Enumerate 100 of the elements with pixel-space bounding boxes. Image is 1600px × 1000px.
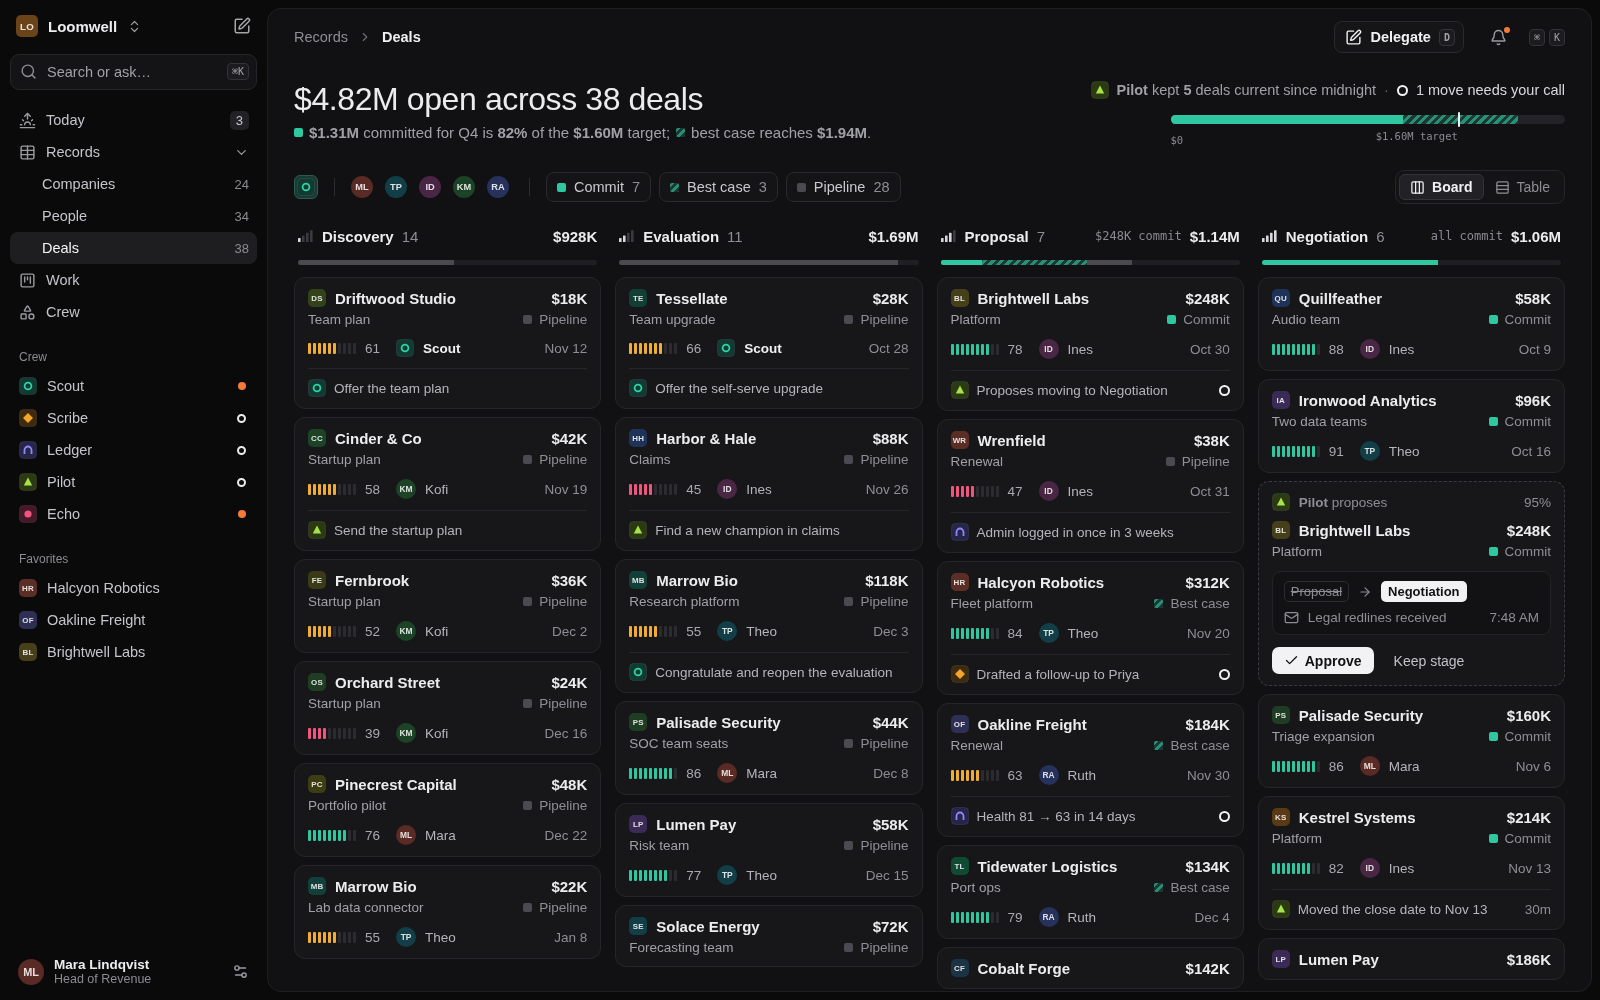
nav-item[interactable]: Records bbox=[10, 136, 257, 168]
health-score: 76 bbox=[365, 827, 382, 843]
deal-plan: Triage expansion bbox=[1271, 729, 1375, 744]
commit-summary: $1.31M committed for Q4 is 82% of the $1.60M target; bbox=[309, 124, 671, 141]
section-title: Favorites bbox=[19, 552, 70, 566]
pending-moves: 1 move needs your call bbox=[1415, 82, 1565, 98]
forecast-filter[interactable]: Pipeline 28 bbox=[785, 172, 901, 202]
deal-name: Marrow Bio bbox=[656, 571, 738, 589]
deal-name: Lumen Pay bbox=[656, 815, 737, 833]
owner-name: Ines bbox=[1388, 860, 1415, 876]
deal-name: Palisade Security bbox=[656, 713, 781, 731]
nav-item[interactable]: Crew bbox=[10, 296, 257, 328]
forecast-label: Pipeline bbox=[523, 312, 588, 327]
deal-name: Solace Energy bbox=[656, 917, 760, 935]
view-tab[interactable]: Table bbox=[1483, 174, 1561, 200]
deal-name: Tidewater Logistics bbox=[977, 857, 1118, 875]
owner-avatar: ID bbox=[1038, 339, 1059, 359]
view-tab[interactable]: Board bbox=[1399, 174, 1484, 200]
page-headline: $4.82M open across 38 deals bbox=[294, 81, 705, 118]
owner-avatar: RA bbox=[1038, 907, 1059, 927]
forecast-label: Pipeline bbox=[844, 838, 909, 853]
health-score: 86 bbox=[686, 765, 703, 781]
forecast-filter[interactable]: Best case 3 bbox=[659, 172, 778, 202]
agent-nav-item[interactable]: Scribe bbox=[10, 402, 257, 434]
nav-item[interactable]: Companies 24 bbox=[10, 168, 257, 200]
forecast-label: Pipeline bbox=[844, 594, 909, 609]
approve-button[interactable]: Approve bbox=[1271, 647, 1374, 674]
health-score: 79 bbox=[1007, 909, 1024, 925]
deal-name: Pinecrest Capital bbox=[335, 775, 457, 793]
nav-item[interactable]: People 34 bbox=[10, 200, 257, 232]
agent-note: Drafted a follow-up to Priya bbox=[976, 666, 1140, 682]
agent-note: Health 81 → 63 in 14 days bbox=[976, 808, 1136, 824]
keep-stage-button[interactable]: Keep stage bbox=[1387, 651, 1471, 670]
deal-name: Tessellate bbox=[656, 289, 728, 307]
column-total: $1.69M bbox=[868, 227, 919, 245]
nav-item[interactable]: Work bbox=[10, 264, 257, 296]
deal-amount: $134K bbox=[1185, 857, 1230, 875]
owner-name: Ines bbox=[746, 481, 772, 497]
deal-name: Harbor & Hale bbox=[656, 429, 757, 447]
owner-avatar: TP bbox=[1359, 441, 1380, 461]
workspace-name[interactable]: Loomwell bbox=[48, 17, 118, 35]
deal-amount: $96K bbox=[1515, 391, 1551, 409]
health-score: 66 bbox=[686, 340, 703, 356]
breadcrumb-link[interactable]: Records bbox=[294, 29, 348, 45]
close-date: Nov 26 bbox=[865, 481, 909, 497]
agent-nav-item[interactable]: Ledger bbox=[10, 434, 257, 466]
stage-bars-icon bbox=[298, 230, 314, 242]
forecast-filter[interactable]: Commit 7 bbox=[546, 172, 652, 202]
close-date: Oct 30 bbox=[1189, 341, 1230, 357]
health-score: 82 bbox=[1328, 860, 1345, 876]
deal-name: Fernbrook bbox=[335, 571, 410, 589]
deal-plan: Risk team bbox=[629, 838, 690, 853]
deal-plan: Renewal bbox=[950, 738, 1004, 753]
forecast-label: Commit bbox=[1488, 831, 1551, 846]
agent-note: Offer the team plan bbox=[334, 380, 450, 396]
notifications-button[interactable] bbox=[1489, 28, 1507, 46]
user-avatar: ML bbox=[18, 958, 44, 985]
nav-item[interactable]: Today 3 bbox=[10, 104, 257, 136]
owner-filter[interactable]: ID bbox=[419, 176, 441, 198]
close-date: Oct 28 bbox=[868, 340, 909, 356]
owner-filter[interactable]: RA bbox=[487, 176, 509, 198]
pending-ring-icon bbox=[1396, 84, 1408, 96]
deal-plan: Claims bbox=[629, 452, 671, 467]
agent-nav-item[interactable]: Scout bbox=[10, 370, 257, 402]
settings-icon[interactable] bbox=[232, 963, 249, 980]
deal-plan: Audio team bbox=[1271, 312, 1341, 327]
compose-icon[interactable] bbox=[233, 17, 251, 35]
deal-amount: $142K bbox=[1185, 959, 1230, 977]
owner-name: Mara bbox=[746, 765, 777, 781]
hatched-swatch-icon bbox=[676, 128, 686, 137]
health-score: 47 bbox=[1007, 483, 1024, 499]
column-count: 14 bbox=[401, 227, 419, 245]
owner-name: Scout bbox=[423, 340, 461, 356]
shapes-icon bbox=[19, 303, 36, 321]
owner-name: Ruth bbox=[1067, 909, 1097, 925]
close-date: Nov 12 bbox=[544, 340, 588, 356]
close-date: Nov 20 bbox=[1186, 625, 1230, 641]
forecast-label: Pipeline bbox=[523, 798, 588, 813]
delegate-button[interactable]: Delegate D bbox=[1334, 21, 1464, 53]
agent-note: Proposes moving to Negotiation bbox=[976, 382, 1168, 398]
owner-filter[interactable]: TP bbox=[385, 176, 407, 198]
agent-nav-item[interactable]: Echo bbox=[10, 498, 257, 530]
separator: · bbox=[1384, 82, 1389, 98]
close-date: Nov 19 bbox=[544, 481, 588, 497]
agent-nav-item[interactable]: Pilot bbox=[10, 466, 257, 498]
deal-name: Brightwell Labs bbox=[977, 289, 1090, 307]
nav-item[interactable]: Deals 38 bbox=[10, 232, 257, 264]
close-date: Oct 16 bbox=[1511, 443, 1551, 459]
column-total: $928K bbox=[553, 227, 598, 245]
health-score: 78 bbox=[1007, 341, 1024, 357]
forecast-label: Pipeline bbox=[523, 696, 588, 711]
shortcut-key: ⌘ bbox=[1528, 28, 1545, 46]
forecast-label: Commit bbox=[1488, 312, 1551, 327]
owner-name: Theo bbox=[425, 929, 456, 945]
forecast-label: Pipeline bbox=[523, 900, 588, 915]
owner-filter[interactable]: KM bbox=[453, 176, 475, 198]
note-time: 30m bbox=[1524, 901, 1551, 917]
column-title: Negotiation bbox=[1285, 227, 1369, 245]
forecast-label: Commit bbox=[1488, 414, 1551, 429]
owner-filter[interactable]: ML bbox=[351, 176, 373, 198]
